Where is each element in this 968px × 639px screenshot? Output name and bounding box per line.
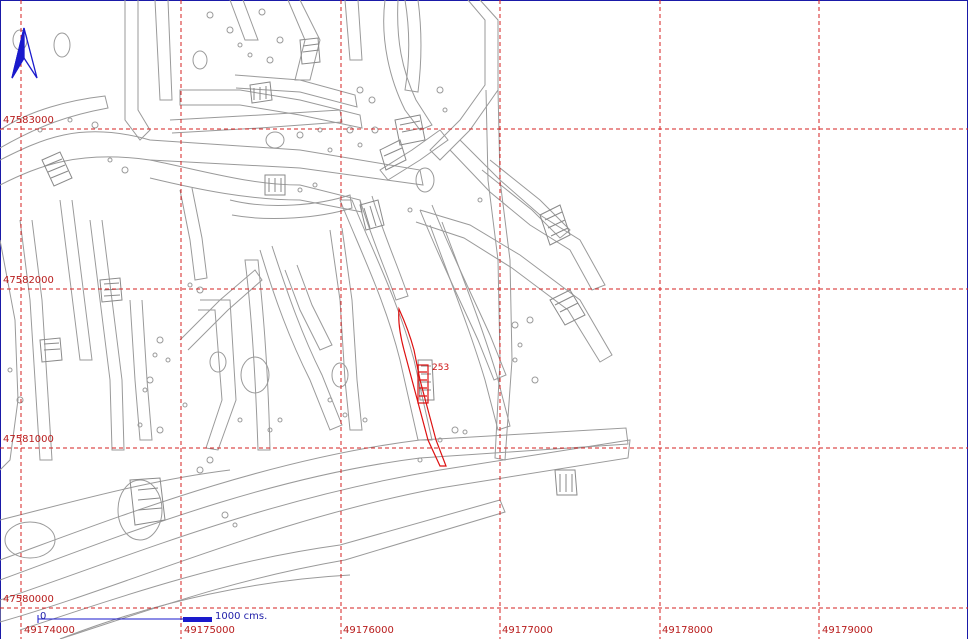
drift xyxy=(124,0,151,141)
easting-label: 49178000 xyxy=(662,625,713,636)
stope xyxy=(53,32,71,58)
drift xyxy=(198,299,237,451)
drift xyxy=(329,227,363,431)
easting-label: 49176000 xyxy=(343,625,394,636)
drift xyxy=(169,109,343,134)
scale-unit: cms. xyxy=(243,611,268,622)
drift xyxy=(429,0,499,161)
haulage-drift xyxy=(0,469,231,521)
drift xyxy=(229,0,259,41)
easting-label: 49179000 xyxy=(822,625,873,636)
drift xyxy=(129,299,153,441)
stope xyxy=(265,131,285,149)
borehole-group xyxy=(7,8,539,528)
stope xyxy=(331,362,349,388)
northing-label: 47583000 xyxy=(3,115,54,126)
drift xyxy=(481,159,571,239)
drift xyxy=(415,209,613,363)
drift xyxy=(359,195,409,301)
drift xyxy=(344,0,363,61)
northing-label: 47582000 xyxy=(3,275,54,286)
haulage-drift xyxy=(0,427,629,581)
mine-workings xyxy=(0,0,631,639)
drift xyxy=(89,219,125,451)
drift xyxy=(485,89,513,461)
easting-label: 49175000 xyxy=(184,625,235,636)
northing-label: 47581000 xyxy=(3,434,54,445)
drift xyxy=(179,187,208,281)
drift xyxy=(419,204,507,381)
easting-label: 49174000 xyxy=(24,625,75,636)
drift xyxy=(59,199,93,361)
stope xyxy=(4,521,56,559)
feature-id-label[interactable]: 253 xyxy=(432,363,449,373)
drift xyxy=(379,129,449,181)
drift xyxy=(19,219,53,461)
stope xyxy=(415,167,435,193)
north-arrow-icon xyxy=(11,27,38,79)
haulage-drift xyxy=(0,439,631,623)
drift xyxy=(284,264,333,351)
easting-label: 49177000 xyxy=(502,625,553,636)
northing-label: 47580000 xyxy=(3,594,54,605)
drift xyxy=(154,0,173,101)
scale-distance-label: 1000 cms. xyxy=(215,611,267,622)
stope xyxy=(192,50,208,70)
scale-distance-value: 1000 xyxy=(215,611,241,622)
coordinate-grid xyxy=(0,0,968,639)
drift xyxy=(449,139,606,291)
map-canvas[interactable] xyxy=(0,0,968,639)
scale-zero-label: 0 xyxy=(40,611,47,622)
